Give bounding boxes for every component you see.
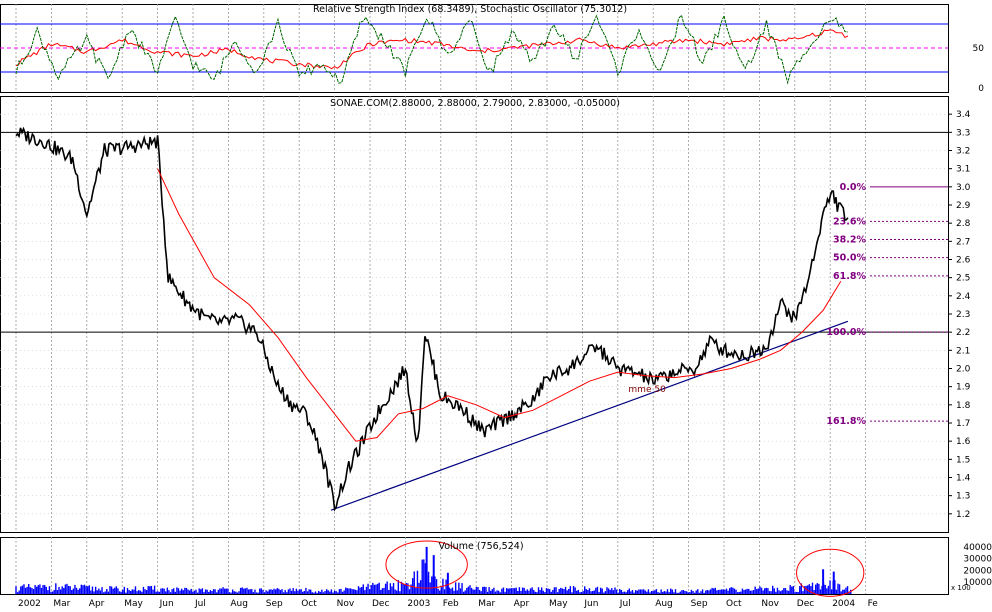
stochastic-signal-line <box>15 14 848 85</box>
x-tick-label: May <box>124 599 143 608</box>
price-tick-label: 2.8 <box>956 219 971 229</box>
price-tick-label: 2.6 <box>956 256 971 266</box>
volume-tick-label: 20000 <box>963 566 992 576</box>
x-tick-label: Apr <box>89 599 105 608</box>
volume-tick-label: 30000 <box>963 555 992 565</box>
x-tick-label: Nov <box>761 599 779 608</box>
volume-tick-label: 10000 <box>963 578 992 588</box>
fibonacci-label: 61.8% <box>833 271 866 282</box>
price-tick-label: 3.3 <box>956 128 970 138</box>
price-tick-label: 2.4 <box>956 292 971 302</box>
x-tick-label: Oct <box>726 599 742 608</box>
mme50-annotation: mme 50 <box>628 385 666 395</box>
price-tick-label: 2.5 <box>956 274 970 284</box>
price-tick-label: 1.3 <box>956 492 970 502</box>
price-title: SONAE.COM(2.88000, 2.88000, 2.79000, 2.8… <box>330 98 620 109</box>
price-tick-label: 3.1 <box>956 165 970 175</box>
stochastic-line <box>15 14 848 85</box>
volume-title: Volume (756,524) <box>438 541 523 552</box>
price-tick-label: 2.1 <box>956 346 970 356</box>
x-tick-label: 2002 <box>18 599 41 608</box>
x-tick-label: Mar <box>53 599 70 608</box>
fibonacci-label: 100.0% <box>826 327 866 338</box>
x-tick-label: Fe <box>868 599 879 608</box>
fibonacci-label: 38.2% <box>833 235 866 246</box>
price-tick-label: 2.2 <box>956 328 970 338</box>
price-tick-label: 3.0 <box>956 183 971 193</box>
price-tick-label: 1.4 <box>956 474 971 484</box>
price-tick-label: 1.6 <box>956 437 971 447</box>
oscillator-title: Relative Strength Index (68.3489), Stoch… <box>313 4 627 15</box>
price-tick-label: 1.8 <box>956 401 971 411</box>
volume-bars <box>15 546 852 594</box>
x-tick-label: Aug <box>230 599 248 608</box>
x-tick-label: Dec <box>797 599 814 608</box>
x-tick-label: Jul <box>194 599 206 608</box>
price-tick-label: 1.7 <box>956 419 970 429</box>
price-tick-label: 1.5 <box>956 455 970 465</box>
chart-canvas: 0.0% 23.6% 38.2% 50.0% 61.8% 100.0% 161.8% Rel… <box>0 4 992 609</box>
x-tick-label: 2004 <box>832 599 855 608</box>
osc-tick-label: 0 <box>978 84 984 94</box>
price-pane-frame <box>0 96 949 533</box>
x-tick-label: Aug <box>655 599 673 608</box>
volume-tick-label: 40000 <box>963 543 992 553</box>
horizontal-levels <box>0 131 948 511</box>
trendline <box>330 320 849 511</box>
x-tick-label: Mar <box>478 599 495 608</box>
price-tick-label: 3.2 <box>956 147 970 157</box>
rsi-line <box>15 29 849 70</box>
fibonacci-label: 23.6% <box>833 216 866 227</box>
x-tick-label: Nov <box>337 599 355 608</box>
x-tick-label: Sep <box>691 599 708 608</box>
price-tick-label: 2.0 <box>956 365 971 375</box>
osc-tick-label: 50 <box>973 44 985 54</box>
x-tick-label: Jun <box>159 599 174 608</box>
fibonacci-label: 0.0% <box>840 182 867 193</box>
moving-average-line <box>157 168 842 442</box>
x-tick-label: Dec <box>372 599 389 608</box>
price-tick-label: 1.2 <box>956 510 970 520</box>
fibonacci-label: 50.0% <box>833 253 866 264</box>
x-tick-label: Jun <box>583 599 598 608</box>
fibonacci-label: 161.8% <box>826 416 866 427</box>
pane-frames <box>0 4 949 595</box>
price-tick-label: 2.7 <box>956 237 970 247</box>
axis-ticks: 2002 Mar Apr May Jun Jul Aug Sep Oct Nov Dec 2003 Fe… <box>18 44 992 609</box>
x-tick-label: Oct <box>301 599 317 608</box>
x-tick-label: Jul <box>619 599 631 608</box>
price-tick-label: 3.4 <box>956 110 971 120</box>
series-lines <box>15 14 849 512</box>
x-tick-label: May <box>549 599 568 608</box>
price-series-line <box>15 126 849 512</box>
x-tick-label: Sep <box>266 599 283 608</box>
price-tick-label: 2.9 <box>956 201 971 211</box>
stock-chart: 0.0% 23.6% 38.2% 50.0% 61.8% 100.0% 161.8% Rel… <box>0 0 992 609</box>
x-tick-label: Apr <box>514 599 530 608</box>
price-tick-label: 2.3 <box>956 310 970 320</box>
x-tick-label: 2003 <box>407 599 430 608</box>
price-tick-label: 1.9 <box>956 383 971 393</box>
x-tick-label: Feb <box>443 599 459 608</box>
